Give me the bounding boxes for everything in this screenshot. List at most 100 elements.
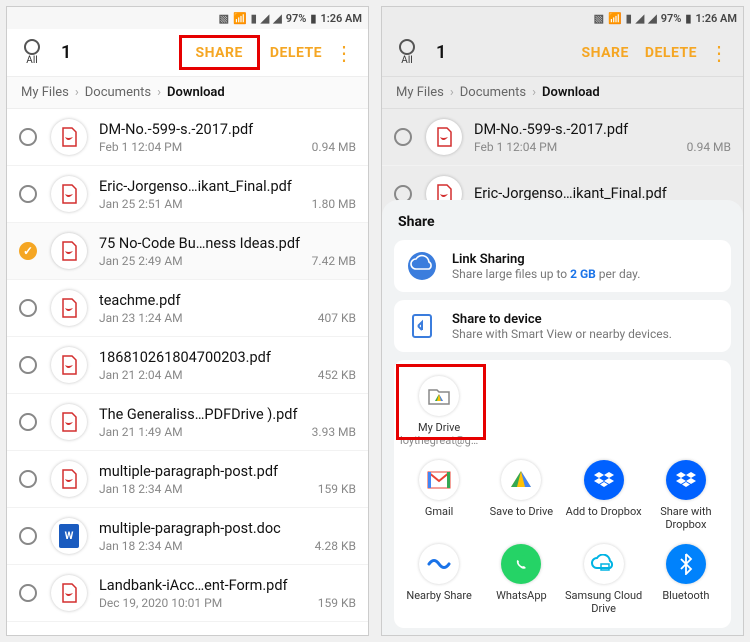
more-menu-button[interactable]: ⋮ (330, 41, 358, 65)
share-to-device-card[interactable]: Share to device Share with Smart View or… (394, 300, 731, 352)
delete-button[interactable]: DELETE (262, 41, 330, 65)
signal-icon: ◢ (636, 12, 644, 25)
crumb-documents[interactable]: Documents (460, 85, 526, 100)
phone-left: ▧ 📶 ▮ ◢ ◢ 97% ▮ 1:26 AM All 1 SHARE DELE… (6, 6, 369, 636)
file-size: 7.42 MB (312, 254, 356, 268)
select-all-toggle[interactable]: All (17, 39, 47, 66)
file-row[interactable]: DM-No.-599-s.-2017.pdfFeb 1 12:04 PM0.94… (382, 109, 743, 166)
select-circle-icon[interactable] (19, 584, 37, 602)
share-button[interactable]: SHARE (188, 41, 251, 65)
file-row[interactable]: ✓ 75 No-Code Bu…ness Ideas.pdf Jan 25 2:49… (7, 223, 368, 280)
link-sharing-card[interactable]: Link Sharing Share large files up to 2 G… (394, 240, 731, 292)
file-name: Eric-Jorgenso…ikant_Final.pdf (474, 185, 731, 202)
dropbox-icon (584, 460, 624, 500)
pdf-file-icon (51, 176, 87, 212)
sim2-icon: ▮ (251, 12, 257, 25)
select-circle-icon[interactable] (394, 128, 412, 146)
select-circle-icon[interactable] (19, 470, 37, 488)
select-all-circle-icon (399, 39, 415, 55)
file-date: Jan 18 2:34 AM (99, 482, 183, 496)
sim2-icon: ▮ (626, 12, 632, 25)
select-circle-icon[interactable]: ✓ (19, 242, 37, 260)
select-circle-icon[interactable] (19, 527, 37, 545)
share-target-bluetooth[interactable]: Bluetooth (645, 538, 727, 622)
select-circle-icon[interactable] (19, 413, 37, 431)
file-row[interactable]: DM-No.-599-s.-2017.pdfFeb 1 12:04 PM0.94… (7, 109, 368, 166)
more-menu-button[interactable]: ⋮ (705, 41, 733, 65)
whatsapp-icon (501, 544, 541, 584)
breadcrumb: My Files › Documents › Download (382, 77, 743, 109)
share-targets-row-2: Gmail Save to Drive Add to Dropbox (398, 454, 727, 538)
select-circle-icon[interactable] (19, 128, 37, 146)
file-list[interactable]: DM-No.-599-s.-2017.pdfFeb 1 12:04 PM0.94… (7, 109, 368, 635)
nearby-share-icon (419, 544, 459, 584)
clock-text: 1:26 AM (695, 12, 737, 25)
share-targets-row-1: My Drive loythegreat@g… (398, 370, 727, 454)
file-row[interactable]: multiple-paragraph-post.pdfJan 18 2:34 A… (7, 451, 368, 508)
file-name: multiple-paragraph-post.doc (99, 520, 356, 537)
delete-button[interactable]: DELETE (637, 41, 705, 65)
crumb-documents[interactable]: Documents (85, 85, 151, 100)
pdf-file-icon (51, 575, 87, 611)
file-row[interactable]: The Generaliss…PDFDrive ).pdf Jan 21 1:49… (7, 394, 368, 451)
file-row[interactable]: Eric-Jorgenso…ikant_Final.pdfJan 25 2:51… (7, 166, 368, 223)
share-button[interactable]: SHARE (574, 41, 637, 65)
status-bar: ▧ 📶 ▮ ◢ ◢ 97% ▮ 1:26 AM (7, 7, 368, 29)
select-circle-icon[interactable] (19, 299, 37, 317)
clock-text: 1:26 AM (320, 12, 362, 25)
file-date: Jan 18 2:34 AM (99, 539, 183, 553)
status-bar: ▧ 📶 ▮ ◢ ◢ 97% ▮ 1:26 AM (382, 7, 743, 29)
word-doc-icon: W (51, 518, 87, 554)
share-target-nearby[interactable]: Nearby Share (398, 538, 480, 622)
share-targets-row-3: Nearby Share WhatsApp Samsung Cloud Driv… (398, 538, 727, 622)
share-target-label: Gmail (425, 506, 453, 532)
battery-text: 97% (286, 12, 307, 25)
share-sheet-title: Share (394, 214, 731, 230)
pdf-file-icon (51, 461, 87, 497)
file-name: DM-No.-599-s.-2017.pdf (99, 121, 356, 138)
chevron-right-icon: › (75, 85, 79, 100)
share-target-whatsapp[interactable]: WhatsApp (480, 538, 562, 622)
pdf-file-icon (51, 404, 87, 440)
file-row[interactable]: teachme.pdfJan 23 1:24 AM407 KB (7, 280, 368, 337)
file-size: 3.93 MB (312, 425, 356, 439)
file-row[interactable]: Landbank-iAcc…ent-Form.pdf Dec 19, 2020 1… (7, 565, 368, 622)
battery-text: 97% (661, 12, 682, 25)
app-bar: All 1 SHARE DELETE ⋮ (7, 29, 368, 77)
share-target-share-dropbox[interactable]: Share with Dropbox (645, 454, 727, 538)
file-name: The Generaliss…PDFDrive ).pdf (99, 406, 356, 423)
file-row[interactable]: 186810261804700203.pdfJan 21 2:04 AM452 … (7, 337, 368, 394)
file-row[interactable]: Wmultiple-paragraph-post.doc Jan 18 2:34 … (7, 508, 368, 565)
wifi-icon: 📶 (608, 12, 622, 25)
share-bottom-sheet[interactable]: Share Link Sharing Share large files up … (382, 200, 743, 635)
battery-icon: ▮ (685, 12, 691, 25)
share-target-gmail[interactable]: Gmail (398, 454, 480, 538)
share-target-my-drive[interactable]: My Drive loythegreat@g… (398, 370, 480, 454)
pdf-file-icon (51, 233, 87, 269)
share-targets-card: My Drive loythegreat@g… Gmail (394, 360, 731, 628)
file-date: Jan 25 2:51 AM (99, 197, 183, 211)
signal2-icon: ◢ (273, 12, 281, 25)
select-all-label: All (401, 55, 412, 66)
share-target-add-dropbox[interactable]: Add to Dropbox (563, 454, 645, 538)
select-circle-icon[interactable] (19, 185, 37, 203)
select-all-toggle[interactable]: All (392, 39, 422, 66)
share-target-label: Save to Drive (490, 506, 553, 532)
file-date: Jan 21 1:49 AM (99, 425, 183, 439)
dropbox-icon (666, 460, 706, 500)
crumb-download[interactable]: Download (542, 85, 600, 100)
share-device-title: Share to device (452, 312, 672, 327)
file-name: Landbank-iAcc…ent-Form.pdf (99, 577, 356, 594)
select-circle-icon[interactable] (19, 356, 37, 374)
crumb-myfiles[interactable]: My Files (21, 85, 69, 100)
file-name: 75 No-Code Bu…ness Ideas.pdf (99, 235, 356, 252)
drive-icon (501, 460, 541, 500)
file-date: Dec 19, 2020 10:01 PM (99, 596, 222, 610)
share-target-samsung-cloud[interactable]: Samsung Cloud Drive (563, 538, 645, 622)
select-all-label: All (26, 55, 37, 66)
file-date: Jan 25 2:49 AM (99, 254, 183, 268)
breadcrumb: My Files › Documents › Download (7, 77, 368, 109)
crumb-download[interactable]: Download (167, 85, 225, 100)
share-target-save-to-drive[interactable]: Save to Drive (480, 454, 562, 538)
crumb-myfiles[interactable]: My Files (396, 85, 444, 100)
